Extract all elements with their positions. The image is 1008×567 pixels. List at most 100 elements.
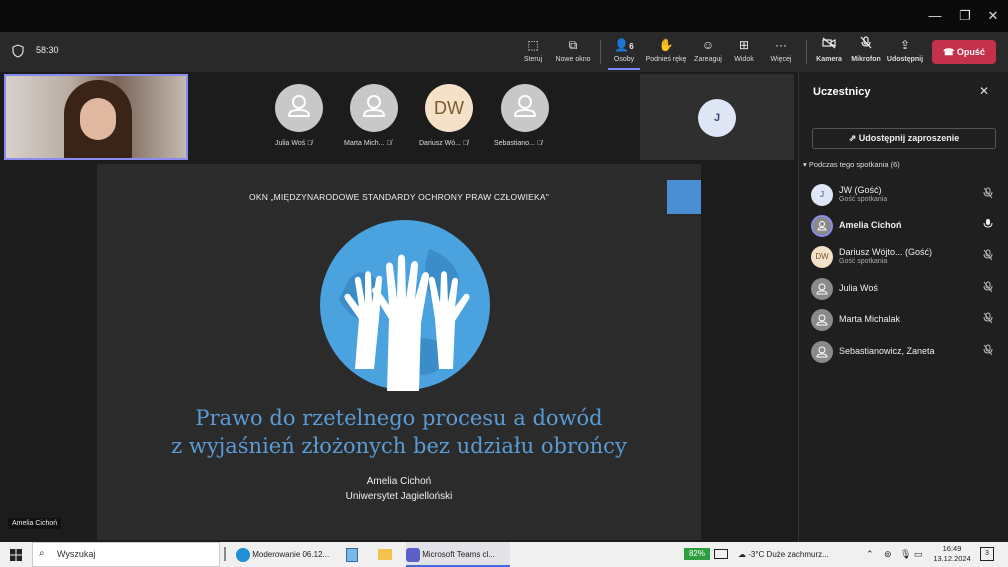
- share-button[interactable]: ⇪ Udostępnij: [886, 36, 924, 70]
- participant-row[interactable]: Julia Woś: [811, 276, 1001, 302]
- taskbar-app-explorer[interactable]: [378, 542, 396, 567]
- avatar[interactable]: [350, 84, 398, 132]
- raise-hand-button[interactable]: ✋ Podnieś rękę: [644, 36, 688, 70]
- battery-icon: [714, 549, 728, 559]
- microphone-tray-icon[interactable]: 🎙: [900, 542, 911, 567]
- person-icon: [816, 283, 828, 295]
- slide-author: Amelia Cichoń: [366, 476, 432, 487]
- mic-off-icon: [983, 312, 993, 327]
- participant-row[interactable]: DW Dariusz Wójto... (Gość) Gość spotkani…: [811, 244, 1001, 270]
- mic-off-icon: 🎙̸: [386, 140, 392, 147]
- mic-off-icon: [983, 281, 993, 296]
- participant-video-tile[interactable]: J: [640, 74, 794, 160]
- view-button[interactable]: ⊞ Widok: [730, 36, 758, 70]
- view-icon: ⊞: [738, 38, 750, 52]
- tile-name: Marta Mich... 🎙̸: [344, 140, 392, 147]
- person-icon: [817, 221, 827, 231]
- person-icon: [513, 95, 537, 117]
- shield-icon: [12, 44, 24, 58]
- weather-cloud-icon: ☁: [738, 550, 749, 559]
- notepad-icon: [346, 547, 358, 562]
- shared-slide: OKN „MIĘDZYNARODOWE STANDARDY OCHRONY PR…: [97, 164, 701, 540]
- task-view-icon[interactable]: [224, 547, 226, 561]
- tray-chevron-icon[interactable]: ⌃: [866, 542, 874, 567]
- more-icon: ···: [775, 38, 787, 52]
- microphone-button[interactable]: Mikrofon: [848, 36, 884, 70]
- person-face: [80, 98, 116, 140]
- avatar[interactable]: DW: [425, 84, 473, 132]
- leave-button[interactable]: ☎ Opuść: [932, 40, 996, 64]
- mic-off-icon: [983, 249, 993, 264]
- avatar[interactable]: [275, 84, 323, 132]
- camera-button[interactable]: Kamera: [814, 36, 844, 70]
- teams-icon: [406, 547, 420, 562]
- maximize-button[interactable]: ❐: [950, 6, 980, 26]
- presenter-label: Amelia Cichoń: [8, 518, 62, 529]
- slide-author-block: Amelia Cichoń Uniwersytet Jagielloński: [97, 474, 701, 504]
- title-bar: — ❐ ✕: [0, 0, 1008, 32]
- react-icon: ☺: [701, 38, 715, 52]
- more-button[interactable]: ··· Więcej: [766, 36, 796, 70]
- taskbar-app-notepad[interactable]: [346, 542, 364, 567]
- participants-section-header[interactable]: ▾ Podczas tego spotkania (6): [803, 160, 900, 169]
- control-icon: ⬚: [527, 38, 539, 52]
- taskbar-app-edge[interactable]: Moderowanie 06.12...: [236, 542, 336, 567]
- mic-off-icon: [983, 187, 993, 202]
- react-button[interactable]: ☺ Zareaguj: [692, 36, 724, 70]
- meeting-timer: 58:30: [36, 45, 59, 55]
- person-icon: [816, 346, 828, 358]
- share-invite-button[interactable]: ⇗ Udostępnij zaproszenie: [812, 128, 996, 149]
- participant-row[interactable]: Sebastianowicz, Zaneta: [811, 339, 1001, 365]
- mic-off-icon: [848, 36, 884, 54]
- person-icon: [287, 95, 311, 117]
- panel-title: Uczestnicy: [813, 86, 871, 98]
- share-icon: ⇪: [899, 38, 911, 52]
- participant-row[interactable]: J JW (Gość) Gość spotkania: [811, 182, 1001, 208]
- minimize-button[interactable]: —: [920, 6, 950, 26]
- avatar: [811, 309, 833, 331]
- mic-on-icon: [983, 218, 993, 233]
- phone-hangup-icon: ☎: [943, 47, 957, 57]
- close-window-button[interactable]: ✕: [978, 6, 1008, 26]
- self-video-tile[interactable]: [4, 74, 188, 160]
- participant-row[interactable]: Amelia Cichoń: [811, 213, 1001, 239]
- control-button[interactable]: ⬚ Steruj: [516, 36, 550, 70]
- search-icon: ⌕: [39, 548, 45, 559]
- network-icon[interactable]: ⊚: [884, 542, 892, 567]
- notifications-icon[interactable]: 3: [980, 547, 994, 561]
- volume-icon[interactable]: ▭: [914, 542, 923, 567]
- windows-start-icon[interactable]: [10, 548, 22, 561]
- toolbar-divider: [600, 40, 601, 64]
- close-panel-icon[interactable]: ✕: [979, 84, 989, 98]
- avatar: [811, 278, 833, 300]
- avatar: [811, 341, 833, 363]
- windows-taskbar: ⌕ Wyszukaj Moderowanie 06.12... Microsof…: [0, 542, 1008, 567]
- slide-title: Prawo do rzetelnego procesu a dowód z wy…: [171, 406, 627, 458]
- avatar: J: [698, 99, 736, 137]
- avatar[interactable]: [501, 84, 549, 132]
- person-icon: [816, 314, 828, 326]
- mic-off-icon: 🎙̸: [462, 140, 469, 147]
- new-window-button[interactable]: ⧉ Nowe okno: [552, 36, 594, 70]
- new-window-icon: ⧉: [568, 38, 578, 52]
- participants-panel: Uczestnicy ✕ ⇗ Udostępnij zaproszenie ▾ …: [798, 72, 1008, 542]
- battery-indicator[interactable]: 82%: [684, 548, 710, 560]
- mic-off-icon: 🎙̸: [307, 140, 313, 147]
- avatar: [811, 215, 833, 237]
- file-explorer-icon: [378, 549, 392, 561]
- avatar: DW: [811, 246, 833, 268]
- globe-hands-logo: [319, 219, 491, 391]
- camera-off-icon: [814, 36, 844, 54]
- participant-row[interactable]: Marta Michalak: [811, 307, 1001, 333]
- weather-widget[interactable]: ☁ -3°C Duże zachmurz...: [738, 542, 829, 567]
- clock[interactable]: 16:49 13.12.2024: [932, 544, 972, 564]
- taskbar-search-box[interactable]: ⌕ Wyszukaj: [32, 542, 220, 567]
- toolbar-divider: [806, 40, 807, 64]
- avatar: J: [811, 184, 833, 206]
- people-button[interactable]: 👤6 Osoby: [608, 36, 640, 70]
- taskbar-app-teams[interactable]: Microsoft Teams cl...: [406, 542, 510, 567]
- mic-off-icon: [983, 344, 993, 359]
- people-icon: 👤6: [614, 38, 634, 52]
- person-icon: [362, 95, 386, 117]
- slide-affiliation: Uniwersytet Jagielloński: [345, 491, 453, 502]
